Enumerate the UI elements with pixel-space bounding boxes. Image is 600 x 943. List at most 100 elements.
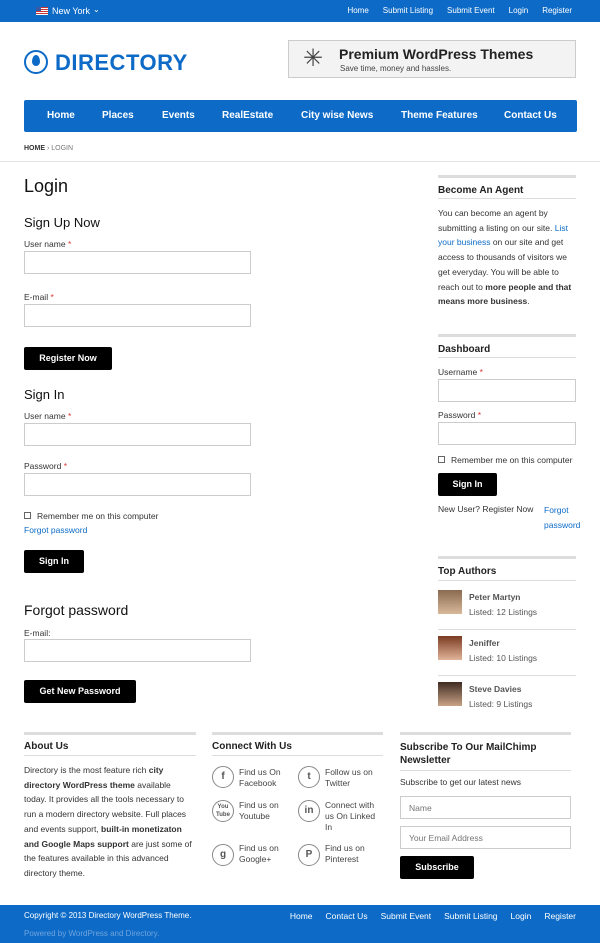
signup-email-input[interactable] xyxy=(24,304,251,327)
divider xyxy=(0,161,600,162)
site-logo[interactable]: DIRECTORY xyxy=(55,50,188,76)
pinterest-link[interactable]: Find us on Pinterest xyxy=(325,843,380,865)
divider xyxy=(438,198,576,199)
agent-heading: Become An Agent xyxy=(438,175,576,196)
twitter-icon[interactable]: t xyxy=(298,766,320,788)
dash-password-input[interactable] xyxy=(438,422,576,445)
google-plus-icon[interactable]: g xyxy=(212,844,234,866)
dash-forgot-password-link[interactable]: Forgot password xyxy=(544,503,580,532)
footer-link-register[interactable]: Register xyxy=(544,911,576,921)
top-authors-heading: Top Authors xyxy=(438,556,576,577)
chevron-down-icon[interactable]: ⌄ xyxy=(93,5,100,14)
footer-link-submit-event[interactable]: Submit Event xyxy=(381,911,432,921)
remember-label: Remember me on this computer xyxy=(37,511,159,521)
avatar[interactable] xyxy=(438,636,462,660)
footer-link-submit-listing[interactable]: Submit Listing xyxy=(444,911,497,921)
get-new-password-button[interactable]: Get New Password xyxy=(24,680,136,703)
breadcrumb: HOME › LOGIN xyxy=(24,145,73,152)
bottom-bar: Copyright © 2013 Directory WordPress The… xyxy=(0,905,600,943)
signup-email-label: E-mail * xyxy=(24,292,54,302)
banner-subtitle: Save time, money and hassles. xyxy=(340,64,452,73)
forgot-email-input[interactable] xyxy=(24,639,251,662)
author-name[interactable]: Steve Davies xyxy=(469,684,521,694)
subscribe-button[interactable]: Subscribe xyxy=(400,856,474,879)
nav-city-news[interactable]: City wise News xyxy=(301,110,373,121)
nav-places[interactable]: Places xyxy=(102,110,134,121)
breadcrumb-current: LOGIN xyxy=(51,145,74,152)
footer-link-login[interactable]: Login xyxy=(511,911,532,921)
avatar[interactable] xyxy=(438,682,462,706)
subscribe-heading: Subscribe To Our MailChimp Newsletter xyxy=(400,732,571,767)
ad-banner[interactable]: ✳ Premium WordPress Themes Save time, mo… xyxy=(288,40,576,78)
nav-realestate[interactable]: RealEstate xyxy=(222,110,273,121)
dash-remember-label: Remember me on this computer xyxy=(451,455,573,465)
sign-in-button[interactable]: Sign In xyxy=(24,550,84,573)
connect-heading: Connect With Us xyxy=(212,732,383,752)
youtube-link[interactable]: Find us on Youtube xyxy=(239,800,294,822)
us-flag-icon xyxy=(36,7,48,15)
signup-username-input[interactable] xyxy=(24,251,251,274)
subscribe-description: Subscribe to get our latest news xyxy=(400,777,521,787)
top-link-register[interactable]: Register xyxy=(542,6,572,15)
author-listings: Listed: 12 Listings xyxy=(469,607,538,617)
about-text: Directory is the most feature rich city … xyxy=(24,765,192,878)
main-nav: Home Places Events RealEstate City wise … xyxy=(24,100,577,132)
city-selector[interactable]: New York xyxy=(52,6,90,16)
author-name[interactable]: Peter Martyn xyxy=(469,592,521,602)
divider xyxy=(400,770,571,771)
signup-username-label: User name * xyxy=(24,239,72,249)
divider xyxy=(24,755,196,756)
register-now-button[interactable]: Register Now xyxy=(24,347,112,370)
agent-text: You can become an agent by submitting a … xyxy=(438,208,572,307)
top-link-login[interactable]: Login xyxy=(509,6,529,15)
star-logo-icon: ✳ xyxy=(303,45,324,72)
signin-password-label: Password * xyxy=(24,461,68,471)
author-listings: Listed: 10 Listings xyxy=(469,653,538,663)
signin-password-input[interactable] xyxy=(24,473,251,496)
linkedin-icon[interactable]: in xyxy=(298,800,320,822)
divider xyxy=(438,629,576,630)
top-link-submit-listing[interactable]: Submit Listing xyxy=(383,6,433,15)
dash-username-label: Username * xyxy=(438,367,483,377)
map-pin-logo-icon[interactable] xyxy=(24,50,48,74)
top-links: Home Submit Listing Submit Event Login R… xyxy=(347,6,572,15)
new-user-register-link[interactable]: New User? Register Now xyxy=(438,504,533,514)
top-link-submit-event[interactable]: Submit Event xyxy=(447,6,495,15)
divider xyxy=(438,580,576,581)
dash-username-input[interactable] xyxy=(438,379,576,402)
dash-remember-checkbox[interactable] xyxy=(438,456,445,463)
avatar[interactable] xyxy=(438,590,462,614)
page-title: Login xyxy=(24,176,69,196)
footer-link-home[interactable]: Home xyxy=(290,911,313,921)
nav-contact[interactable]: Contact Us xyxy=(504,110,557,121)
dash-password-label: Password * xyxy=(438,410,482,420)
signup-heading: Sign Up Now xyxy=(24,215,100,230)
subscribe-name-input[interactable] xyxy=(400,796,571,819)
author-listings: Listed: 9 Listings xyxy=(469,699,533,709)
breadcrumb-home[interactable]: HOME xyxy=(24,145,45,152)
author-name[interactable]: Jeniffer xyxy=(469,638,500,648)
forgot-password-link[interactable]: Forgot password xyxy=(24,525,87,535)
facebook-link[interactable]: Find us On Facebook xyxy=(239,767,294,789)
google-plus-link[interactable]: Find us on Google+ xyxy=(239,843,294,865)
divider xyxy=(212,755,383,756)
subscribe-email-input[interactable] xyxy=(400,826,571,849)
dashboard-heading: Dashboard xyxy=(438,334,576,355)
remember-checkbox[interactable] xyxy=(24,512,31,519)
banner-title: Premium WordPress Themes xyxy=(339,46,534,62)
facebook-icon[interactable]: f xyxy=(212,766,234,788)
dash-sign-in-button[interactable]: Sign In xyxy=(438,473,497,496)
top-link-home[interactable]: Home xyxy=(347,6,368,15)
signin-username-input[interactable] xyxy=(24,423,251,446)
powered-by: Powered by WordPress and Directory. xyxy=(24,929,160,938)
divider xyxy=(438,675,576,676)
pinterest-icon[interactable]: P xyxy=(298,844,320,866)
linkedin-link[interactable]: Connect with us On Linked In xyxy=(325,800,380,833)
nav-theme-features[interactable]: Theme Features xyxy=(401,110,478,121)
youtube-icon[interactable]: You Tube xyxy=(212,800,234,822)
forgot-email-label: E-mail: xyxy=(24,628,51,638)
nav-events[interactable]: Events xyxy=(162,110,195,121)
footer-link-contact[interactable]: Contact Us xyxy=(326,911,368,921)
twitter-link[interactable]: Follow us on Twitter xyxy=(325,767,380,789)
nav-home[interactable]: Home xyxy=(47,110,75,121)
